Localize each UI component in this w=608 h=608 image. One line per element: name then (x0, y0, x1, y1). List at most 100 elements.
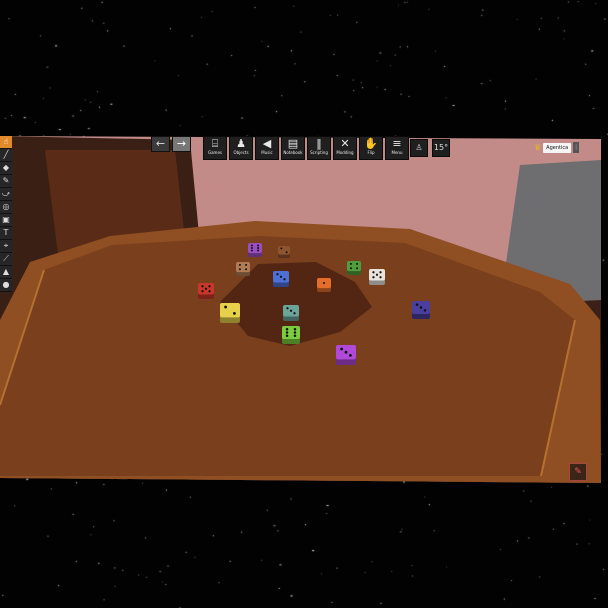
game-viewport[interactable] (0, 0, 608, 608)
player-list: ♛ Agentica ⋮ (534, 142, 580, 153)
view-controls: ♙ 15° (410, 139, 450, 157)
die-teal[interactable] (283, 305, 299, 321)
grab-cursor-icon[interactable]: ☝ (0, 136, 12, 149)
die-pip (280, 247, 283, 250)
back-arrow-button[interactable]: ← (151, 136, 170, 152)
die-pip (293, 312, 296, 315)
pencil-icon[interactable]: ✎ (569, 463, 587, 481)
forward-arrow-button[interactable]: → (172, 136, 191, 152)
die-pip (293, 327, 297, 331)
die-green[interactable] (347, 261, 361, 275)
die-indigo[interactable] (412, 301, 430, 319)
menu-button[interactable]: ≡ Menu (385, 136, 409, 160)
die-tan[interactable] (236, 262, 250, 276)
die-pip (356, 267, 359, 270)
die-pip (375, 273, 379, 276)
die-pip (257, 247, 260, 250)
tools-icon: ✕ (340, 137, 350, 150)
left-toolbar: ☝ ╱ ◆ ✎ ⤻ ◎ ▣ T ⌖ ⟋ ▲ ● (0, 136, 12, 292)
die-yellow[interactable] (220, 303, 240, 323)
die-pip (245, 268, 248, 271)
gizmo-tool-icon[interactable]: ⌖ (0, 240, 12, 253)
die-brown[interactable] (278, 246, 290, 258)
die-pip (289, 309, 293, 312)
vector-tool-icon[interactable]: ⟋ (0, 253, 12, 266)
player-name[interactable]: Agentica (543, 142, 572, 153)
objects-button[interactable]: ♟ Objects (229, 136, 253, 160)
die-pip (257, 244, 260, 247)
die-pip (279, 275, 283, 278)
die-pip (208, 285, 211, 288)
die-purple[interactable] (248, 243, 262, 257)
die-top-face (347, 261, 361, 272)
game-screen: ← → ⌸ Games ♟ Objects ◀ Music ▤ Notebook… (0, 0, 608, 608)
die-pip (285, 327, 289, 331)
die-pip (250, 244, 253, 247)
die-pip (208, 290, 211, 293)
die-pip (415, 303, 419, 306)
music-button[interactable]: ◀ Music (255, 136, 279, 160)
flick-tool-icon[interactable]: ◆ (0, 162, 12, 175)
die-pip (372, 276, 375, 279)
die-pip (250, 249, 253, 252)
die-top-face (282, 326, 300, 339)
die-pip (285, 334, 289, 337)
die-pip (323, 282, 325, 285)
zone-tool-icon[interactable]: ▣ (0, 214, 12, 227)
die-red[interactable] (198, 283, 214, 299)
die-pip (356, 262, 359, 265)
pawn-icon: ♟ (236, 137, 246, 150)
rotation-snap-button[interactable]: 15° (432, 139, 450, 157)
die-magenta[interactable] (336, 345, 356, 365)
player-menu-icon[interactable]: ⋮ (573, 142, 580, 153)
joint-tool-icon[interactable]: ⤻ (0, 188, 12, 201)
modding-button[interactable]: ✕ Modding (333, 136, 357, 160)
die-pip (293, 334, 297, 337)
die-pip (344, 350, 348, 354)
die-pip (201, 290, 204, 293)
die-top-face (278, 246, 290, 255)
die-blue[interactable] (273, 271, 289, 287)
flip-icon: ✋ (364, 137, 378, 150)
die-pip (204, 287, 208, 290)
games-icon: ⌸ (211, 137, 219, 150)
die-pip (285, 251, 288, 254)
color-swatch-icon[interactable]: ● (0, 279, 12, 292)
die-pip (245, 263, 248, 266)
text-tool-icon[interactable]: T (0, 227, 12, 240)
die-pip (379, 276, 382, 279)
line-tool-icon[interactable]: ╱ (0, 149, 12, 162)
die-pip (257, 249, 260, 252)
die-pip (349, 267, 352, 270)
die-pip (423, 309, 427, 312)
die-top-face (236, 262, 250, 273)
die-pip (372, 271, 375, 274)
die-pip (250, 247, 253, 250)
die-pip (283, 278, 286, 281)
flip-button[interactable]: ✋ Flip (359, 136, 383, 160)
color-tool-icon[interactable]: ▲ (0, 266, 12, 279)
die-pip (201, 285, 204, 288)
notebook-button[interactable]: ▤ Notebook (281, 136, 305, 160)
die-pip (419, 306, 423, 309)
scripting-icon: ‖ (316, 137, 322, 150)
die-top-face (220, 303, 240, 318)
die-pip (233, 311, 236, 315)
games-button[interactable]: ⌸ Games (203, 136, 227, 160)
die-pip (340, 347, 343, 351)
notebook-icon: ▤ (287, 137, 299, 150)
top-toolbar: ← → ⌸ Games ♟ Objects ◀ Music ▤ Notebook… (151, 136, 409, 160)
speaker-icon: ◀ (262, 137, 272, 150)
die-white[interactable] (369, 269, 385, 285)
figure-icon[interactable]: ♙ (410, 139, 428, 157)
snap-tool-icon[interactable]: ◎ (0, 201, 12, 214)
scripting-button[interactable]: ‖ Scripting (307, 136, 331, 160)
die-pip (379, 271, 382, 274)
die-pip (349, 353, 352, 357)
hamburger-icon: ≡ (392, 137, 402, 150)
die-lime[interactable] (282, 326, 300, 344)
die-pip (224, 305, 228, 309)
die-pip (238, 263, 241, 266)
pen-tool-icon[interactable]: ✎ (0, 175, 12, 188)
die-orange[interactable] (317, 278, 331, 292)
